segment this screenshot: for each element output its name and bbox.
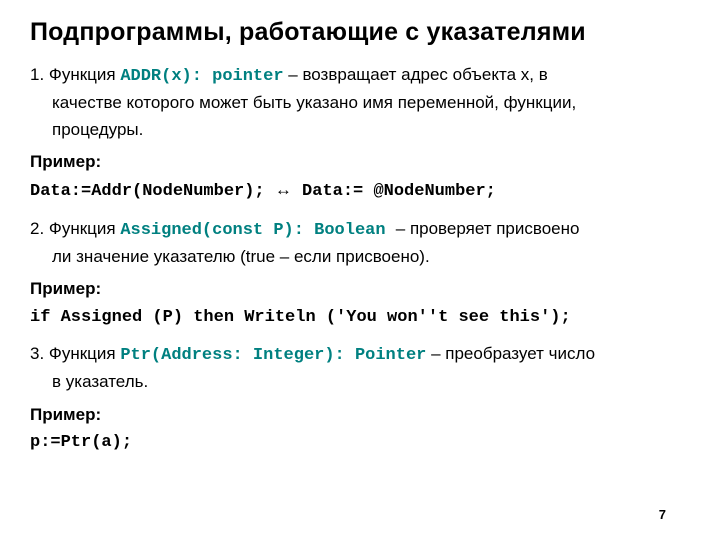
item-2-line1: 2. Функция Assigned(const P): Boolean – … [30,216,690,244]
slide-title: Подпрограммы, работающие с указателями [30,18,690,47]
item-3-lead: 3. Функция [30,344,120,363]
item-1: 1. Функция ADDR(x): pointer – возвращает… [30,62,690,143]
item-3-example: p:=Ptr(a); [30,430,690,456]
item-1-line3: процедуры. [30,117,690,143]
item-1-example-b: Data:= @NodeNumber; [292,182,496,201]
item-1-example-label: Пример: [30,149,690,175]
page-number: 7 [659,507,666,522]
item-2-lead: 2. Функция [30,219,120,238]
item-3: 3. Функция Ptr(Address: Integer): Pointe… [30,341,690,396]
item-1-tail1: – возвращает адрес объекта x, в [284,65,548,84]
item-1-code: ADDR(x): pointer [120,67,283,86]
item-3-line2: в указатель. [30,369,690,395]
arrow-icon: ↔ [275,180,292,199]
item-2-line2: ли значение указателю (true – если присв… [30,244,690,270]
item-3-code: Ptr(Address: Integer): Pointer [120,346,426,365]
item-1-lead: 1. Функция [30,65,120,84]
item-3-example-label: Пример: [30,402,690,428]
item-1-example: Data:=Addr(NodeNumber); ↔ Data:= @NodeNu… [30,177,690,205]
slide-body: 1. Функция ADDR(x): pointer – возвращает… [30,62,690,456]
item-2-tail1: – проверяет присвоено [396,219,580,238]
item-2-example: if Assigned (P) then Writeln ('You won''… [30,305,690,331]
item-2: 2. Функция Assigned(const P): Boolean – … [30,216,690,271]
item-3-tail1: – преобразует число [426,344,595,363]
item-2-code: Assigned(const P): Boolean [120,221,395,240]
item-3-line1: 3. Функция Ptr(Address: Integer): Pointe… [30,341,690,369]
item-1-line2: качестве которого может быть указано имя… [30,90,690,116]
item-2-example-label: Пример: [30,276,690,302]
slide: Подпрограммы, работающие с указателями 1… [0,0,720,540]
item-1-example-a: Data:=Addr(NodeNumber); [30,182,275,201]
item-1-line1: 1. Функция ADDR(x): pointer – возвращает… [30,62,690,90]
